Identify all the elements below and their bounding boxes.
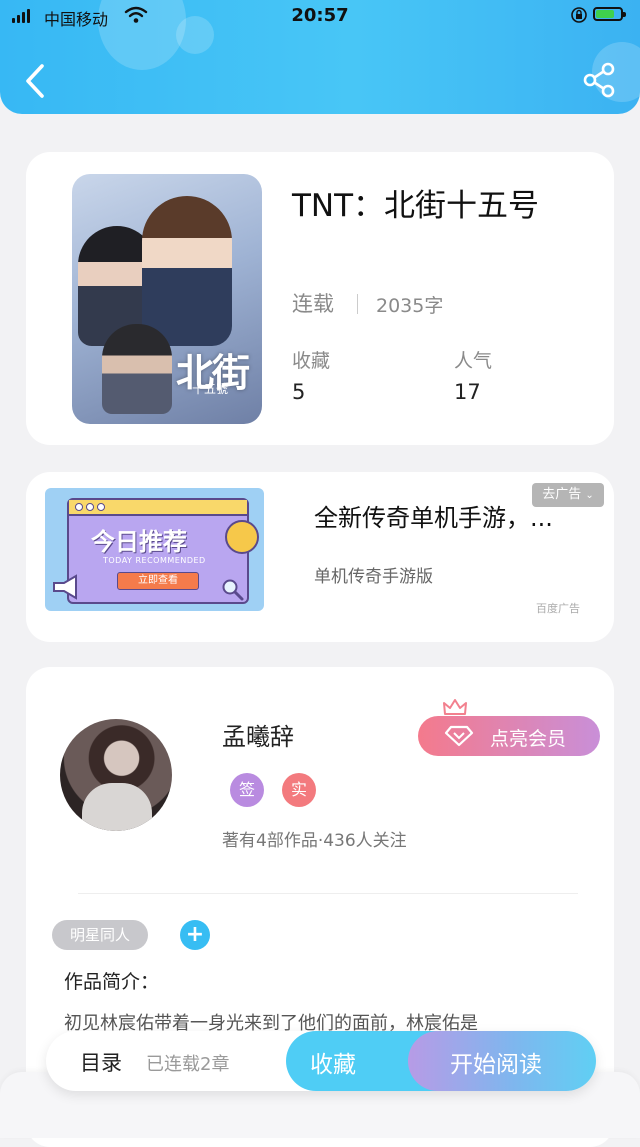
diamond-icon <box>444 725 474 747</box>
cover-figure <box>102 324 172 414</box>
megaphone-icon <box>53 574 77 600</box>
start-reading-label: 开始阅读 <box>450 1052 542 1078</box>
orientation-lock-icon <box>571 7 587 23</box>
ad-source: 百度广告 <box>536 602 580 615</box>
collect-button-label: 收藏 <box>310 1052 356 1078</box>
genre-tag[interactable]: 明星同人 <box>52 920 148 950</box>
ad-subtitle: 单机传奇手游版 <box>314 567 433 587</box>
verified-badge-label: 实 <box>290 780 307 799</box>
divider <box>78 893 578 894</box>
status-bar: 中国移动 20:57 <box>0 0 640 34</box>
add-tag-button[interactable]: + <box>180 920 210 950</box>
popularity-count: 17 <box>454 380 481 404</box>
ad-title[interactable]: 全新传奇单机手游，... <box>314 498 553 533</box>
book-info-card: 北街 十五號 TNT：北街十五号 连载 2035字 收藏 5 人气 17 <box>26 152 614 445</box>
planet-icon <box>225 520 259 554</box>
favorites-count: 5 <box>292 380 306 404</box>
ad-image-headline: 今日推荐 <box>91 528 187 556</box>
chapter-count: 已连载2章 <box>146 1054 230 1075</box>
intro-title: 作品简介： <box>64 971 160 993</box>
book-title: TNT：北街十五号 <box>292 188 540 224</box>
verified-badge: 实 <box>282 773 316 807</box>
author-avatar[interactable] <box>60 719 172 831</box>
back-button[interactable] <box>20 62 52 100</box>
member-button[interactable]: 点亮会员 <box>418 716 600 756</box>
word-count: 2035字 <box>376 295 444 317</box>
clock: 20:57 <box>291 5 349 26</box>
header: 中国移动 20:57 <box>0 0 640 114</box>
remove-ad-label: 去广告 <box>542 487 582 502</box>
favorites-label: 收藏 <box>292 350 331 372</box>
crown-icon <box>443 699 467 715</box>
divider <box>357 294 358 314</box>
share-icon[interactable] <box>580 60 620 100</box>
chevron-down-icon: ⌄ <box>585 490 594 501</box>
author-works-summary: 著有4部作品·436人关注 <box>222 831 407 851</box>
ad-image-english: TODAY RECOMMENDED <box>103 556 206 565</box>
popularity-label: 人气 <box>454 350 493 372</box>
start-reading-button[interactable]: 开始阅读 <box>408 1031 596 1091</box>
ad-card[interactable]: 今日推荐 TODAY RECOMMENDED 立即查看 全新传奇单机手游，...… <box>26 472 614 642</box>
ad-image[interactable]: 今日推荐 TODAY RECOMMENDED 立即查看 <box>45 488 264 611</box>
author-name[interactable]: 孟曦辞 <box>222 717 294 752</box>
book-cover[interactable]: 北街 十五號 <box>72 174 262 424</box>
battery-icon <box>593 7 626 21</box>
bottom-action-bar: 目录 已连载2章 收藏 开始阅读 <box>46 1031 596 1091</box>
remove-ad-button[interactable]: 去广告 ⌄ <box>532 483 604 507</box>
signed-badge-label: 签 <box>238 780 255 799</box>
toc-button[interactable]: 目录 <box>80 1047 122 1077</box>
book-status: 连载 <box>292 292 334 316</box>
signed-badge: 签 <box>230 773 264 807</box>
ad-image-cta: 立即查看 <box>117 572 199 590</box>
cover-subtitle: 十五號 <box>192 382 229 396</box>
cover-figure <box>142 196 232 346</box>
magnifier-icon <box>222 579 244 601</box>
member-button-label: 点亮会员 <box>490 728 567 750</box>
